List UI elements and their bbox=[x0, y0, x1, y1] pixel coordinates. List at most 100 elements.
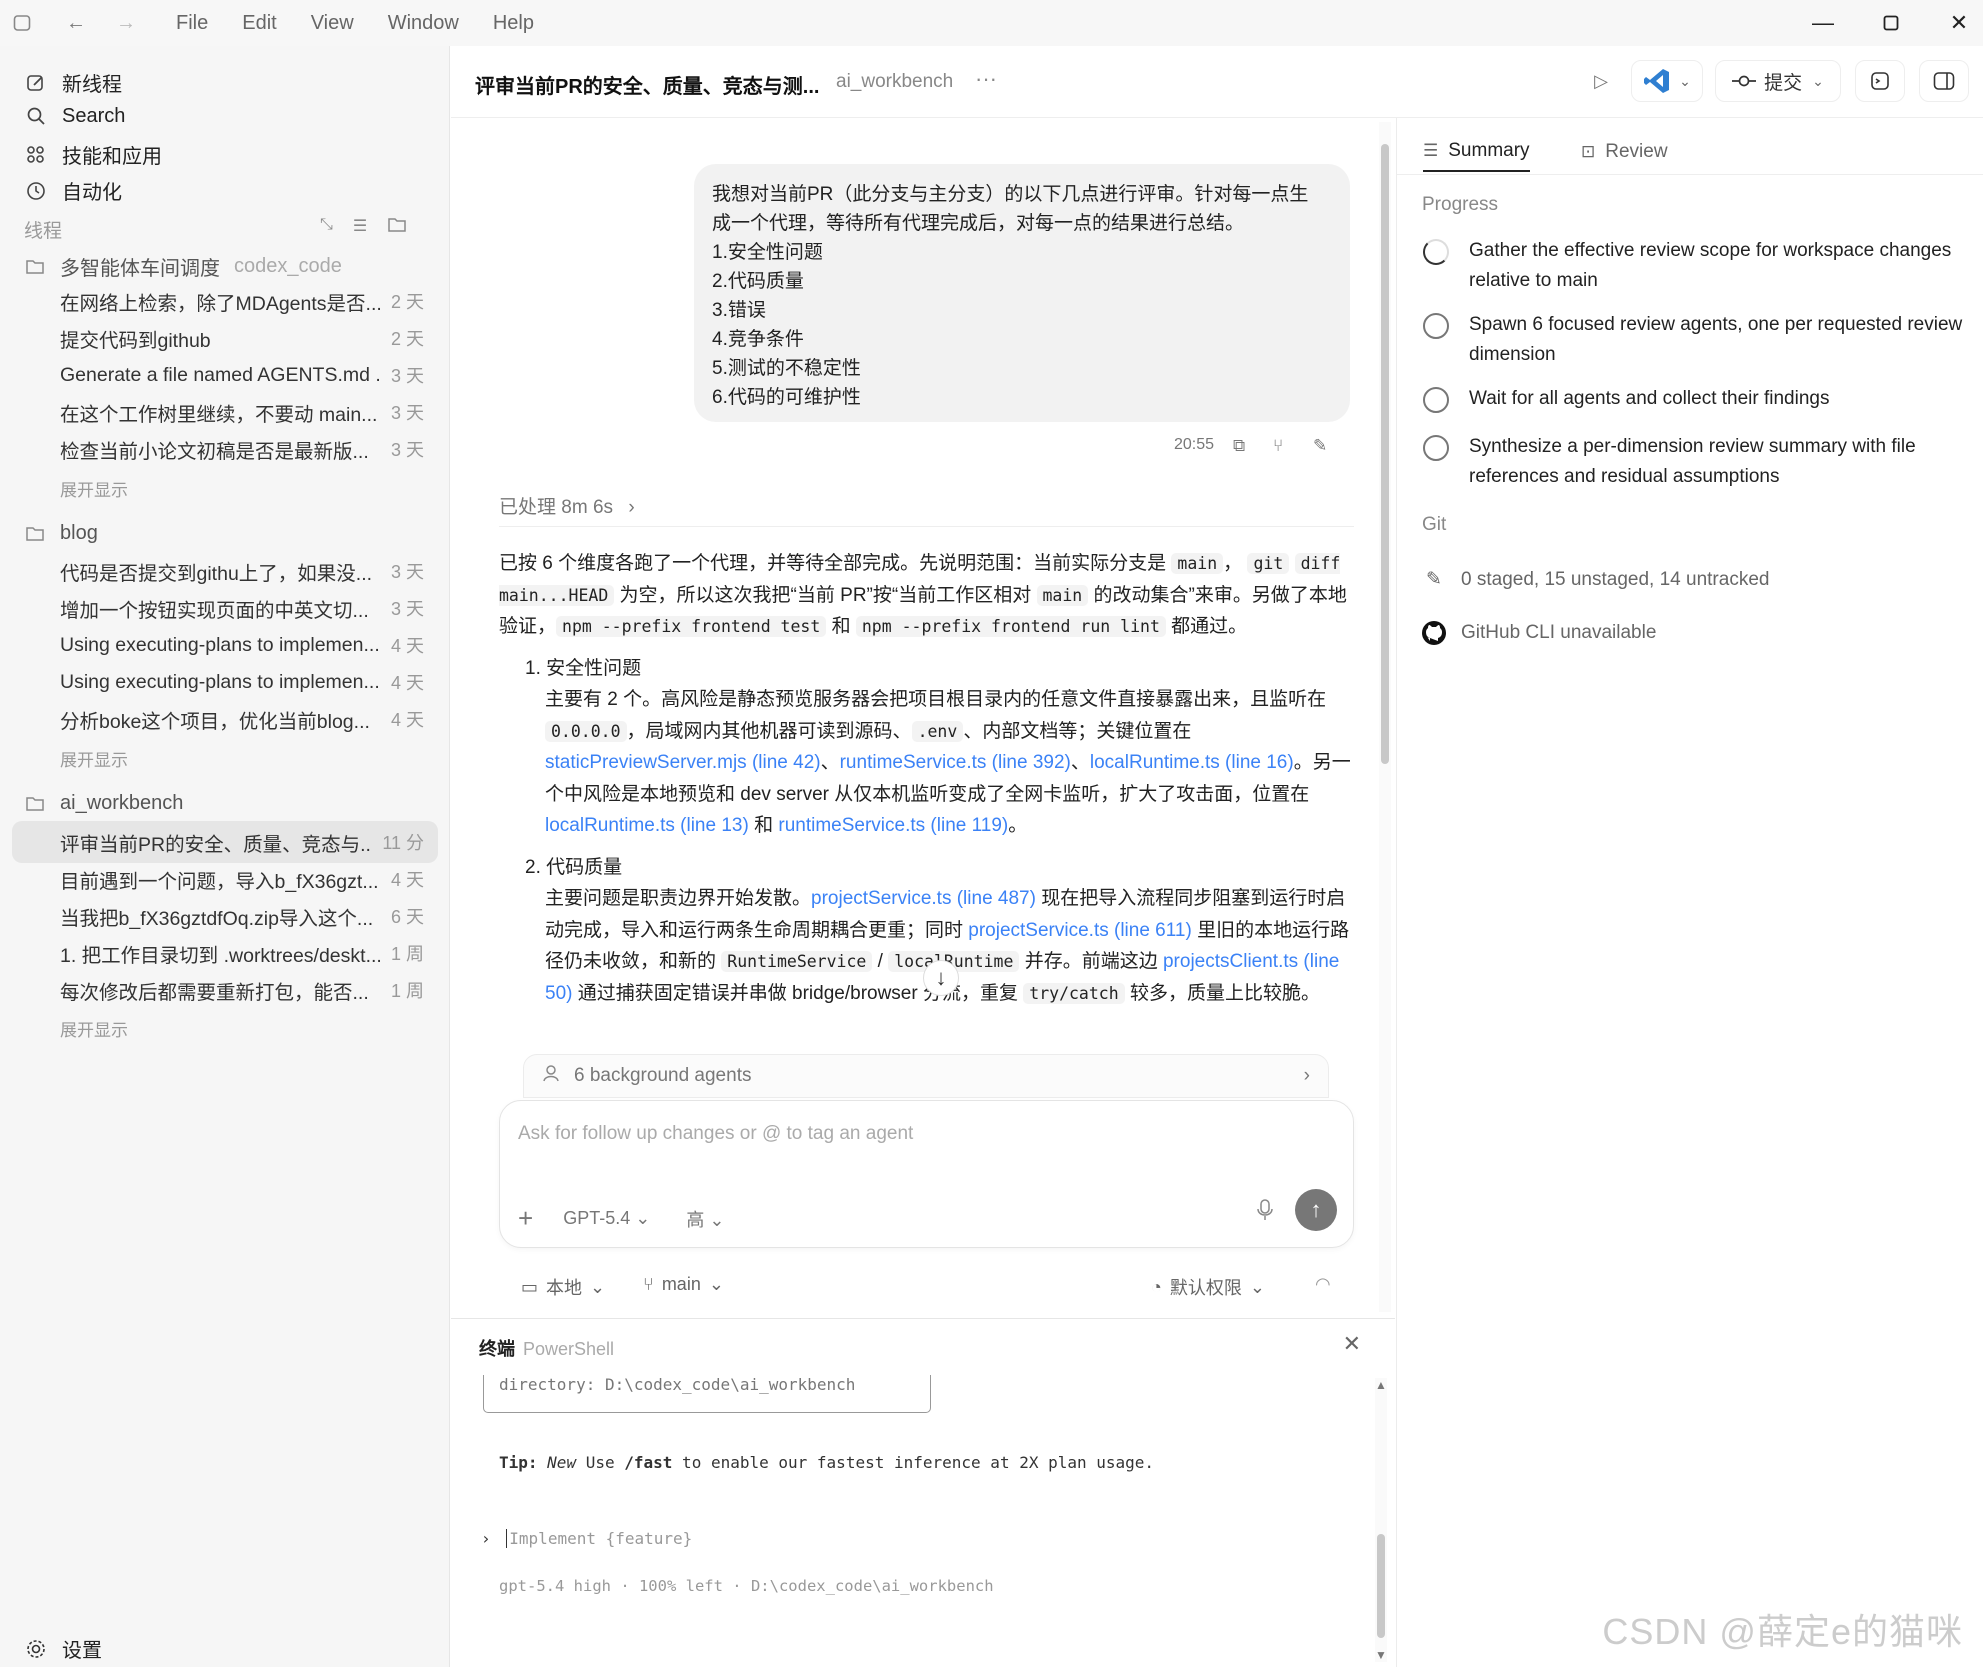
thread-title: 评审当前PR的安全、质量、竞态与测... bbox=[475, 76, 820, 98]
tip-new: New bbox=[547, 1453, 577, 1472]
tab-review[interactable]: ⊡ Review bbox=[1581, 132, 1668, 172]
thread-item[interactable]: 检查当前小论文初稿是否是最新版... 3 天 bbox=[12, 428, 438, 470]
prompt-line[interactable]: › Implement {feature} bbox=[481, 1529, 693, 1548]
thread-item[interactable]: Using executing-plans to implemen... 4 天 bbox=[12, 624, 438, 666]
new-folder-icon[interactable] bbox=[387, 216, 407, 239]
new-thread-button[interactable]: 新线程 bbox=[24, 68, 122, 97]
thread-item[interactable]: 目前遇到一个问题，导入b_fX36gzt... 4 天 bbox=[12, 858, 438, 900]
thread-item-active[interactable]: 评审当前PR的安全、质量、竞态与... 11 分 bbox=[12, 821, 438, 863]
edit-icon bbox=[24, 71, 48, 95]
add-icon[interactable]: + bbox=[518, 1203, 533, 1234]
thread-item[interactable]: 当我把b_fX36gztdfOq.zip导入这个... 6 天 bbox=[12, 895, 438, 937]
terminal-scrollbar[interactable]: ▲ ▼ bbox=[1375, 1378, 1387, 1662]
menu-window[interactable]: Window bbox=[388, 12, 459, 35]
prompt-input[interactable]: Implement {feature} bbox=[506, 1529, 693, 1548]
list-heading: 1. 安全性问题 bbox=[525, 657, 642, 679]
file-link[interactable]: projectService.ts (line 487) bbox=[811, 888, 1036, 909]
thread-item[interactable]: 分析boke这个项目，优化当前blog... 4 天 bbox=[12, 698, 438, 740]
more-options-icon[interactable]: ··· bbox=[975, 66, 997, 92]
run-play-icon[interactable]: ▷ bbox=[1581, 60, 1621, 102]
scroll-down-icon[interactable]: ▼ bbox=[1375, 1648, 1387, 1662]
settings-button[interactable]: 设置 bbox=[24, 1634, 102, 1663]
answer-text: 主要有 2 个。高风险是静态预览服务器会把项目根目录内的任意文件直接暴露出来，且… bbox=[545, 689, 1327, 710]
branch-select[interactable]: ⑂ main ⌄ bbox=[643, 1274, 724, 1295]
scroll-thumb[interactable] bbox=[1381, 144, 1389, 764]
composer[interactable]: Ask for follow up changes or @ to tag an… bbox=[499, 1100, 1354, 1248]
thread-item[interactable]: Generate a file named AGENTS.md ... 3 天 bbox=[12, 354, 438, 396]
search-button[interactable]: Search bbox=[24, 104, 125, 128]
file-link[interactable]: staticPreviewServer.mjs (line 42) bbox=[545, 752, 821, 773]
thread-item[interactable]: 每次修改后都需要重新打包，能否... 1 周 bbox=[12, 969, 438, 1011]
model-select[interactable]: GPT-5.4 ⌄ bbox=[563, 1208, 650, 1229]
background-agents-bar[interactable]: 6 background agents › bbox=[523, 1054, 1329, 1098]
chat-scrollbar[interactable] bbox=[1379, 122, 1391, 1312]
scroll-up-icon[interactable]: ▲ bbox=[1375, 1378, 1387, 1392]
file-link[interactable]: localRuntime.ts (line 16) bbox=[1090, 752, 1294, 773]
progress-item: Wait for all agents and collect their fi… bbox=[1423, 384, 1973, 414]
filter-icon[interactable]: ☰ bbox=[353, 216, 367, 239]
open-in-vscode-button[interactable]: ⌄ bbox=[1631, 60, 1703, 102]
menu-edit[interactable]: Edit bbox=[242, 12, 276, 35]
file-link[interactable]: localRuntime.ts (line 13) bbox=[545, 815, 749, 836]
commit-button[interactable]: 提交 ⌄ bbox=[1715, 60, 1841, 102]
side-panel-toggle-button[interactable] bbox=[1919, 60, 1969, 102]
project-multi-agent[interactable]: 多智能体车间调度 codex_code bbox=[24, 252, 342, 281]
copy-icon[interactable]: ⧉ bbox=[1233, 436, 1245, 456]
thread-item[interactable]: 在网络上检索，除了MDAgents是否... 2 天 bbox=[12, 280, 438, 322]
expand-more-link[interactable]: 展开显示 bbox=[60, 476, 128, 501]
project-blog[interactable]: blog bbox=[24, 522, 98, 545]
local-select[interactable]: ▭ 本地 ⌄ bbox=[521, 1274, 605, 1300]
menu-file[interactable]: File bbox=[176, 12, 208, 35]
maximize-icon[interactable] bbox=[1856, 0, 1926, 46]
branch-icon[interactable]: ⑂ bbox=[1273, 436, 1283, 456]
header-project[interactable]: ai_workbench bbox=[836, 71, 953, 93]
project-ai-workbench[interactable]: ai_workbench bbox=[24, 792, 183, 815]
collapse-icon[interactable]: ⤡ bbox=[320, 216, 333, 239]
edit-message-icon[interactable]: ✎ bbox=[1313, 436, 1327, 456]
clock-icon bbox=[24, 179, 48, 203]
close-window-icon[interactable]: ✕ bbox=[1924, 0, 1983, 46]
thread-item[interactable]: 提交代码到github 2 天 bbox=[12, 317, 438, 359]
processed-toggle[interactable]: 已处理 8m 6s › bbox=[499, 492, 635, 519]
thread-item[interactable]: 1. 把工作目录切到 .worktrees/deskt... 1 周 bbox=[12, 932, 438, 974]
back-arrow-icon[interactable]: ← bbox=[62, 9, 90, 37]
thread-title: 1. 把工作目录切到 .worktrees/deskt... bbox=[60, 944, 381, 967]
thread-title: 分析boke这个项目，优化当前blog... bbox=[60, 710, 370, 733]
apps-icon bbox=[24, 143, 48, 167]
thread-item[interactable]: 在这个工作树里继续，不要动 main... 3 天 bbox=[12, 391, 438, 433]
close-terminal-icon[interactable]: ✕ bbox=[1343, 1331, 1361, 1357]
monitor-icon: ▭ bbox=[521, 1276, 539, 1297]
automation-button[interactable]: 自动化 bbox=[24, 176, 122, 205]
permissions-select[interactable]: ◔ 默认权限 ⌄ bbox=[1151, 1274, 1265, 1300]
expand-more-link[interactable]: 展开显示 bbox=[60, 746, 128, 771]
file-link[interactable]: projectService.ts (line 611) bbox=[968, 920, 1192, 941]
tab-summary[interactable]: ☰ Summary bbox=[1423, 132, 1530, 172]
inline-code: main bbox=[1036, 584, 1089, 606]
skills-apps-button[interactable]: 技能和应用 bbox=[24, 140, 162, 169]
thread-item[interactable]: 增加一个按钮实现页面的中英文切... 3 天 bbox=[12, 587, 438, 629]
thread-age: 4 天 bbox=[390, 870, 424, 890]
menu-help[interactable]: Help bbox=[493, 12, 534, 35]
expand-more-link[interactable]: 展开显示 bbox=[60, 1016, 128, 1041]
minimize-icon[interactable]: — bbox=[1788, 0, 1858, 46]
thread-item[interactable]: 代码是否提交到githu上了，如果没... 3 天 bbox=[12, 550, 438, 592]
send-button[interactable]: ↑ bbox=[1295, 1189, 1337, 1231]
scroll-to-bottom-button[interactable]: ↓ bbox=[923, 960, 959, 996]
thread-item[interactable]: Using executing-plans to implemen... 4 天 bbox=[12, 661, 438, 703]
forward-arrow-icon[interactable]: → bbox=[112, 9, 140, 37]
thread-age: 1 周 bbox=[390, 944, 424, 964]
thread-title: 增加一个按钮实现页面的中英文切... bbox=[60, 599, 369, 622]
directory-line: directory: D:\codex_code\ai_workbench bbox=[499, 1375, 856, 1394]
file-link[interactable]: runtimeService.ts (line 392) bbox=[840, 752, 1071, 773]
answer-text: 都通过。 bbox=[1165, 616, 1248, 637]
composer-input[interactable]: Ask for follow up changes or @ to tag an… bbox=[518, 1123, 913, 1145]
git-status-row[interactable]: ✎ 0 staged, 15 unstaged, 14 untracked bbox=[1421, 568, 1769, 591]
file-link[interactable]: runtimeService.ts (line 119) bbox=[778, 815, 1008, 836]
microphone-icon[interactable] bbox=[1257, 1199, 1273, 1226]
terminal-toggle-button[interactable] bbox=[1855, 60, 1905, 102]
sidebar-toggle-icon[interactable] bbox=[8, 9, 36, 37]
effort-select[interactable]: 高 ⌄ bbox=[686, 1206, 724, 1232]
project-sub: codex_code bbox=[234, 255, 342, 277]
menu-view[interactable]: View bbox=[311, 12, 354, 35]
scroll-thumb[interactable] bbox=[1377, 1534, 1385, 1638]
